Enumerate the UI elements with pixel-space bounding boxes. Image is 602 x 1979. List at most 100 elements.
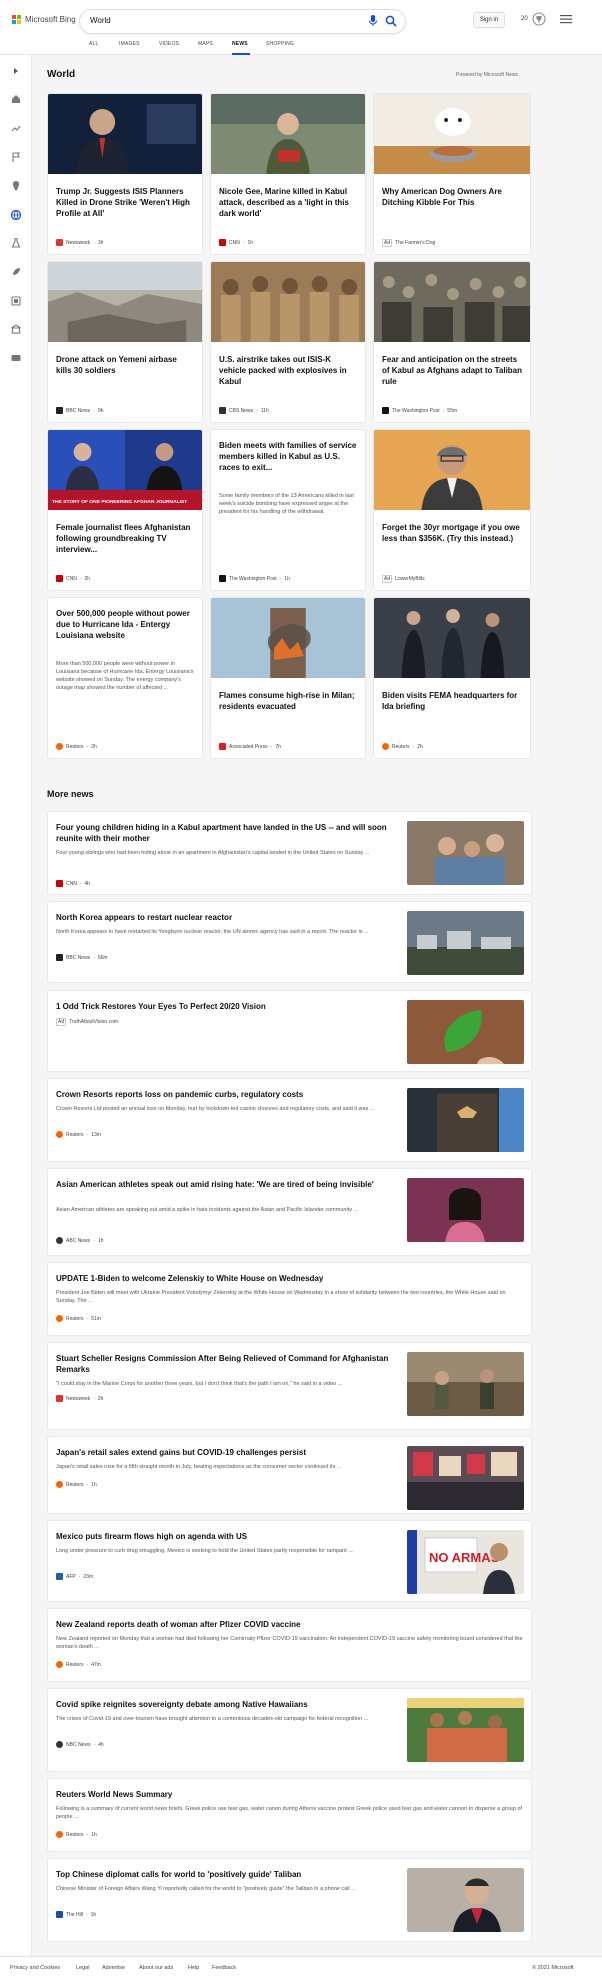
business-building-icon[interactable] xyxy=(10,323,22,335)
cnn-logo-icon xyxy=(56,575,63,582)
search-icon[interactable] xyxy=(385,15,397,27)
news-list-item[interactable]: Crown Resorts reports loss on pandemic c… xyxy=(47,1078,532,1162)
card-title[interactable]: Nicole Gee, Marine killed in Kabul attac… xyxy=(219,186,357,219)
news-list-item[interactable]: Japan's retail sales extend gains but CO… xyxy=(47,1436,532,1514)
card-title[interactable]: Biden meets with families of service mem… xyxy=(219,440,357,473)
card-title[interactable]: Fear and anticipation on the streets of … xyxy=(382,354,522,387)
sports-icon[interactable] xyxy=(10,352,22,364)
tab-news[interactable]: NEWS xyxy=(232,41,248,47)
tab-all[interactable]: ALL xyxy=(89,41,99,47)
footer-link-feedback[interactable]: Feedback xyxy=(212,1965,236,1971)
card-title[interactable]: Female journalist flees Afghanistan foll… xyxy=(56,522,194,555)
news-card[interactable]: Trump Jr. Suggests ISIS Planners Killed … xyxy=(47,93,203,255)
news-list-item[interactable]: Top Chinese diplomat calls for world to … xyxy=(47,1858,532,1942)
tab-images[interactable]: IMAGES xyxy=(119,41,140,47)
card-title[interactable]: Biden visits FEMA headquarters for Ida b… xyxy=(382,690,522,712)
footer-link-legal[interactable]: Legal xyxy=(76,1965,89,1971)
footer-link-help[interactable]: Help xyxy=(188,1965,199,1971)
card-title[interactable]: Trump Jr. Suggests ISIS Planners Killed … xyxy=(56,186,194,219)
footer-link-advertise[interactable]: Advertise xyxy=(102,1965,125,1971)
item-title[interactable]: Stuart Scheller Resigns Commission After… xyxy=(56,1353,401,1375)
source-time: 3h xyxy=(97,239,104,246)
hamburger-menu-icon[interactable] xyxy=(560,14,572,24)
globe-icon[interactable] xyxy=(10,209,22,221)
news-card[interactable]: Biden meets with families of service mem… xyxy=(210,429,366,591)
item-title[interactable]: Japan's retail sales extend gains but CO… xyxy=(56,1447,401,1458)
card-image xyxy=(211,262,365,342)
washington-post-logo-icon xyxy=(382,407,389,414)
news-card[interactable]: THE STORY OF ONE PIONEERING AFGHAN JOURN… xyxy=(47,429,203,591)
source-time: 23m xyxy=(83,1573,94,1580)
news-list-item[interactable]: Stuart Scheller Resigns Commission After… xyxy=(47,1342,532,1430)
card-title[interactable]: Over 500,000 people without power due to… xyxy=(56,608,194,641)
flag-icon[interactable] xyxy=(10,151,22,163)
source-name: Reuters xyxy=(66,1831,84,1838)
search-input[interactable]: World xyxy=(80,10,405,33)
news-card[interactable]: Fear and anticipation on the streets of … xyxy=(373,261,531,423)
card-image xyxy=(374,598,530,678)
source-time: 56m xyxy=(97,954,108,961)
reuters-logo-icon xyxy=(56,1661,63,1668)
item-source: BBC News · 56m xyxy=(56,954,108,961)
tab-maps[interactable]: MAPS xyxy=(198,41,213,47)
news-card[interactable]: Flames consume high-rise in Milan; resid… xyxy=(210,597,366,759)
cnn-logo-icon xyxy=(219,239,226,246)
source-time: 1h xyxy=(284,575,290,582)
news-card[interactable]: Drone attack on Yemeni airbase kills 30 … xyxy=(47,261,203,423)
rewards-trophy-icon[interactable] xyxy=(532,12,546,26)
item-title[interactable]: 1 Odd Trick Restores Your Eyes To Perfec… xyxy=(56,1001,401,1012)
news-list-item[interactable]: Mexico puts firearm flows high on agenda… xyxy=(47,1520,532,1602)
location-pin-icon[interactable] xyxy=(10,180,22,192)
item-title[interactable]: Asian American athletes speak out amid r… xyxy=(56,1179,401,1190)
news-list-item[interactable]: Covid spike reignites sovereignty debate… xyxy=(47,1688,532,1772)
item-thumbnail xyxy=(407,1446,524,1510)
footer-link-privacy[interactable]: Privacy and Cookies xyxy=(10,1965,60,1971)
item-title[interactable]: Mexico puts firearm flows high on agenda… xyxy=(56,1531,401,1542)
item-title[interactable]: New Zealand reports death of woman after… xyxy=(56,1619,524,1630)
news-list-item[interactable]: UPDATE 1-Biden to welcome Zelenskiy to W… xyxy=(47,1262,532,1336)
news-card[interactable]: Nicole Gee, Marine killed in Kabul attac… xyxy=(210,93,366,255)
bing-logo[interactable]: Microsoft Bing xyxy=(12,15,76,24)
news-card[interactable]: Biden visits FEMA headquarters for Ida b… xyxy=(373,597,531,759)
news-list-item[interactable]: New Zealand reports death of woman after… xyxy=(47,1608,532,1682)
item-title[interactable]: Crown Resorts reports loss on pandemic c… xyxy=(56,1089,401,1100)
item-title[interactable]: Top Chinese diplomat calls for world to … xyxy=(56,1869,401,1880)
microphone-icon[interactable] xyxy=(368,15,378,27)
card-title[interactable]: Why American Dog Owners Are Ditching Kib… xyxy=(382,186,522,208)
news-list-item[interactable]: North Korea appears to restart nuclear r… xyxy=(47,901,532,983)
card-title[interactable]: Forget the 30yr mortgage if you owe less… xyxy=(382,522,522,544)
item-title[interactable]: Four young children hiding in a Kabul ap… xyxy=(56,822,401,844)
item-title[interactable]: North Korea appears to restart nuclear r… xyxy=(56,912,401,923)
item-title[interactable]: UPDATE 1-Biden to welcome Zelenskiy to W… xyxy=(56,1273,524,1284)
news-list-item[interactable]: Reuters World News Summary Following is … xyxy=(47,1778,532,1852)
tab-shopping[interactable]: SHOPPING xyxy=(266,41,294,47)
news-list-item[interactable]: Asian American athletes speak out amid r… xyxy=(47,1168,532,1256)
item-title[interactable]: Reuters World News Summary xyxy=(56,1789,524,1800)
home-icon[interactable] xyxy=(10,93,22,105)
ad-card[interactable]: Why American Dog Owners Are Ditching Kib… xyxy=(373,93,531,255)
trending-icon[interactable] xyxy=(10,122,22,134)
card-source: CNN · 1h xyxy=(219,239,253,246)
news-card[interactable]: U.S. airstrike takes out ISIS-K vehicle … xyxy=(210,261,366,423)
card-title[interactable]: U.S. airstrike takes out ISIS-K vehicle … xyxy=(219,354,357,387)
sign-in-button[interactable]: Sign in xyxy=(473,12,505,28)
item-thumbnail: NO ARMAS xyxy=(407,1530,524,1594)
news-list-item[interactable]: Four young children hiding in a Kabul ap… xyxy=(47,811,532,895)
ad-list-item[interactable]: 1 Odd Trick Restores Your Eyes To Perfec… xyxy=(47,990,532,1072)
ad-card[interactable]: Forget the 30yr mortgage if you owe less… xyxy=(373,429,531,591)
footer-link-about-ads[interactable]: About our ads xyxy=(139,1965,173,1971)
item-title[interactable]: Covid spike reignites sovereignty debate… xyxy=(56,1699,401,1710)
source-name: ABC News xyxy=(66,1237,91,1244)
item-thumbnail xyxy=(407,1000,524,1064)
tab-videos[interactable]: VIDEOS xyxy=(159,41,179,47)
active-tab-indicator xyxy=(232,53,250,55)
news-card[interactable]: Over 500,000 people without power due to… xyxy=(47,597,203,759)
expand-arrow-icon[interactable] xyxy=(10,65,22,77)
entertainment-icon[interactable] xyxy=(10,295,22,307)
card-title[interactable]: Flames consume high-rise in Milan; resid… xyxy=(219,690,357,712)
rocket-icon[interactable] xyxy=(10,266,22,278)
science-flask-icon[interactable] xyxy=(10,237,22,249)
card-source: Associated Press · 7h xyxy=(219,743,281,750)
search-query[interactable]: World xyxy=(90,16,111,25)
card-title[interactable]: Drone attack on Yemeni airbase kills 30 … xyxy=(56,354,194,376)
